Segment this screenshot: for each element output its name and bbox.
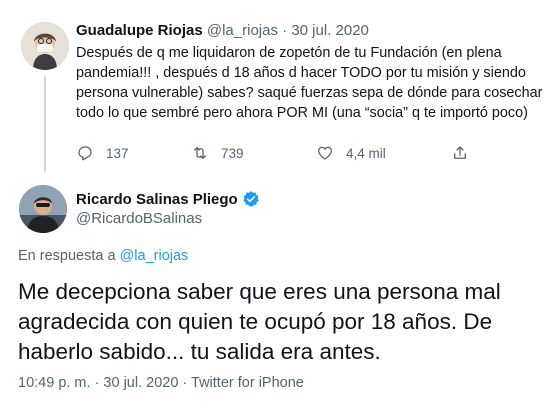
reply-context: En respuesta a @la_riojas <box>18 248 188 264</box>
tweet-actions: 137 739 4,4 mil <box>76 144 536 164</box>
author-handle[interactable]: @RicardoBSalinas <box>76 210 202 227</box>
main-tweet-text: Me decepciona saber que eres una persona… <box>18 279 501 364</box>
author-handle[interactable]: @la_riojas <box>207 22 278 39</box>
avatar-photo-icon <box>19 185 67 233</box>
header-separator: · <box>282 22 288 39</box>
tweet-date[interactable]: 30 jul. 2020 <box>291 22 369 39</box>
tweet-timestamp[interactable]: 10:49 p. m. · 30 jul. 2020 · Twitter for… <box>18 375 304 391</box>
reply-icon <box>78 146 92 161</box>
like-count: 4,4 mil <box>346 145 386 161</box>
verified-badge-icon <box>242 191 259 207</box>
parent-tweet-text: Después de q me liquidaron de zopetón de… <box>76 45 543 121</box>
avatar[interactable] <box>19 185 67 233</box>
author-name-row[interactable]: Ricardo Salinas Pliego <box>76 190 260 208</box>
retweet-button[interactable]: 739 <box>191 144 244 162</box>
parent-tweet-header: Guadalupe Riojas @la_riojas · 30 jul. 20… <box>76 22 369 39</box>
share-icon <box>454 146 466 159</box>
parent-tweet[interactable]: Guadalupe Riojas @la_riojas · 30 jul. 20… <box>0 0 559 176</box>
reply-to-handle-link[interactable]: @la_riojas <box>120 248 189 264</box>
avatar-photo-icon <box>21 22 69 70</box>
avatar[interactable] <box>21 22 69 70</box>
retweet-icon <box>194 147 206 159</box>
reply-count: 137 <box>106 145 129 161</box>
like-icon <box>317 146 333 160</box>
reply-prefix: En respuesta a <box>18 248 116 264</box>
share-button[interactable] <box>451 144 469 162</box>
reply-button[interactable]: 137 <box>76 144 129 162</box>
retweet-count: 739 <box>221 145 244 161</box>
like-button[interactable]: 4,4 mil <box>316 144 386 162</box>
author-name[interactable]: Ricardo Salinas Pliego <box>76 191 238 208</box>
author-name[interactable]: Guadalupe Riojas <box>76 22 203 39</box>
